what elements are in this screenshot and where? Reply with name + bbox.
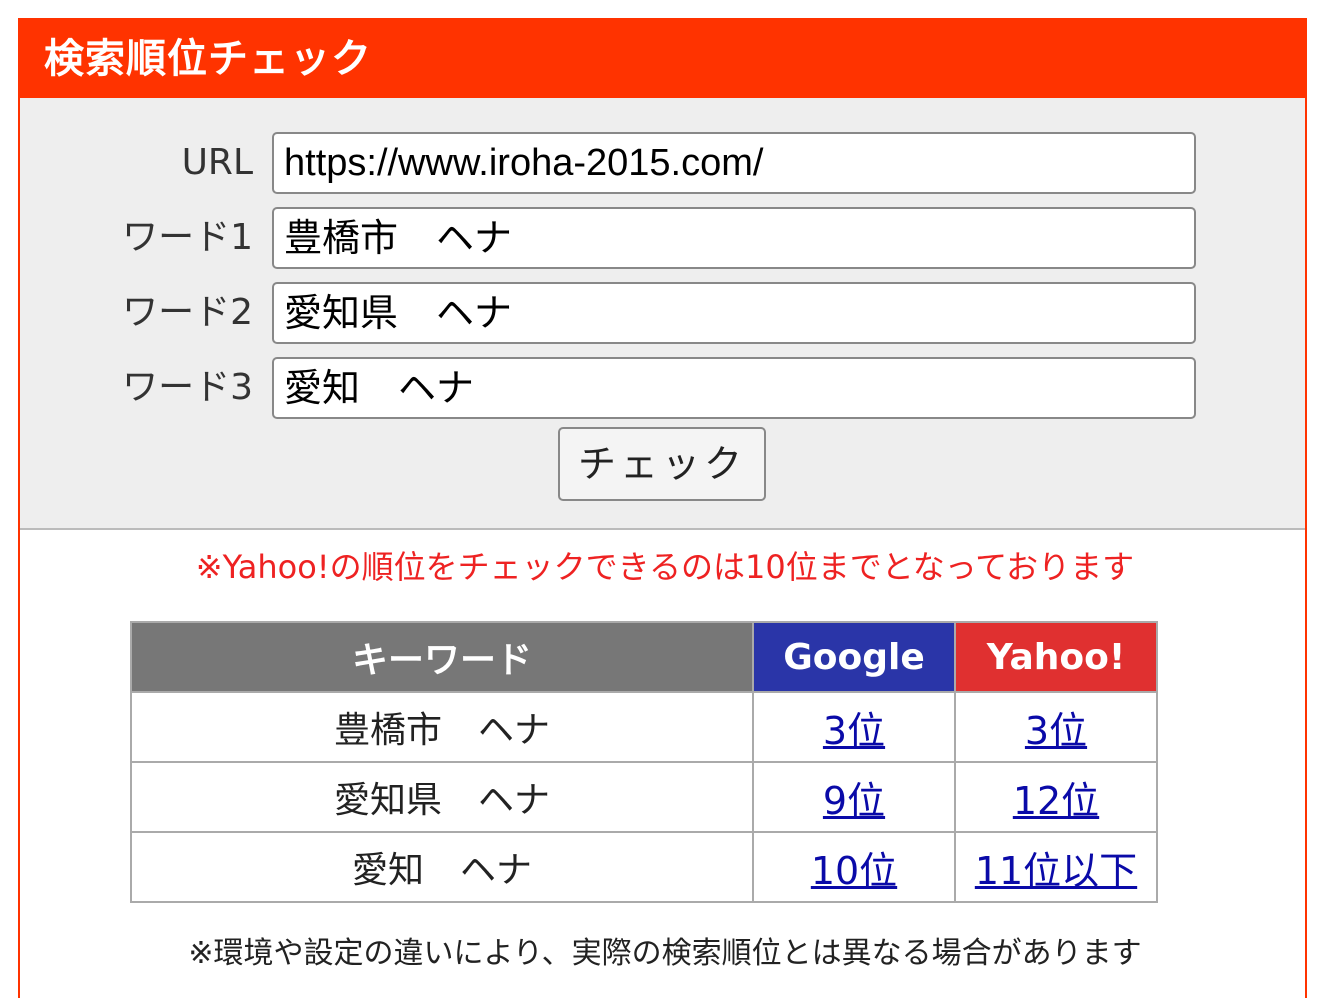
url-label: URL [181,142,253,183]
google-rank-link[interactable]: 3位 [823,709,885,753]
yahoo-rank-cell: 11位以下 [954,831,1158,903]
word2-label: ワード2 [122,292,253,333]
table-row: 豊橋市 ヘナ 3位 3位 [130,691,1158,763]
yahoo-rank-link[interactable]: 12位 [1013,779,1099,823]
word1-input[interactable]: 豊橋市 ヘナ [272,207,1196,269]
word3-input[interactable]: 愛知 ヘナ [272,357,1196,419]
google-rank-cell: 3位 [752,691,956,763]
keyword-cell: 愛知県 ヘナ [130,761,754,833]
google-rank-cell: 10位 [752,831,956,903]
word2-input[interactable]: 愛知県 ヘナ [272,282,1196,344]
check-form: URL https://www.iroha-2015.com/ ワード1 豊橋市… [20,98,1305,530]
check-button[interactable]: チェック [558,427,766,501]
word1-label: ワード1 [122,217,253,258]
table-row: 愛知 ヘナ 10位 11位以下 [130,831,1158,903]
yahoo-rank-cell: 3位 [954,691,1158,763]
results-table: キーワード Google Yahoo! 豊橋市 ヘナ 3位 3位 愛知県 ヘナ … [130,621,1158,903]
google-column-header: Google [752,621,956,693]
url-input[interactable]: https://www.iroha-2015.com/ [272,132,1196,194]
word2-row: ワード2 愛知県 ヘナ [20,282,1305,344]
table-row: 愛知県 ヘナ 9位 12位 [130,761,1158,833]
yahoo-limit-notice: ※Yahoo!の順位をチェックできるのは10位までとなっております [195,548,1135,586]
google-rank-cell: 9位 [752,761,956,833]
yahoo-rank-cell: 12位 [954,761,1158,833]
word1-row: ワード1 豊橋市 ヘナ [20,207,1305,269]
disclaimer-note: ※環境や設定の違いにより、実際の検索順位とは異なる場合があります [188,936,1142,971]
yahoo-rank-link[interactable]: 11位以下 [975,849,1137,893]
keyword-cell: 愛知 ヘナ [130,831,754,903]
yahoo-rank-link[interactable]: 3位 [1025,709,1087,753]
yahoo-column-header: Yahoo! [954,621,1158,693]
panel-title: 検索順位チェック [20,20,1305,98]
url-row: URL https://www.iroha-2015.com/ [20,132,1305,194]
google-rank-link[interactable]: 9位 [823,779,885,823]
word3-label: ワード3 [122,367,253,408]
keyword-column-header: キーワード [130,621,754,693]
table-header-row: キーワード Google Yahoo! [130,621,1158,693]
word3-row: ワード3 愛知 ヘナ [20,357,1305,419]
keyword-cell: 豊橋市 ヘナ [130,691,754,763]
google-rank-link[interactable]: 10位 [811,849,897,893]
